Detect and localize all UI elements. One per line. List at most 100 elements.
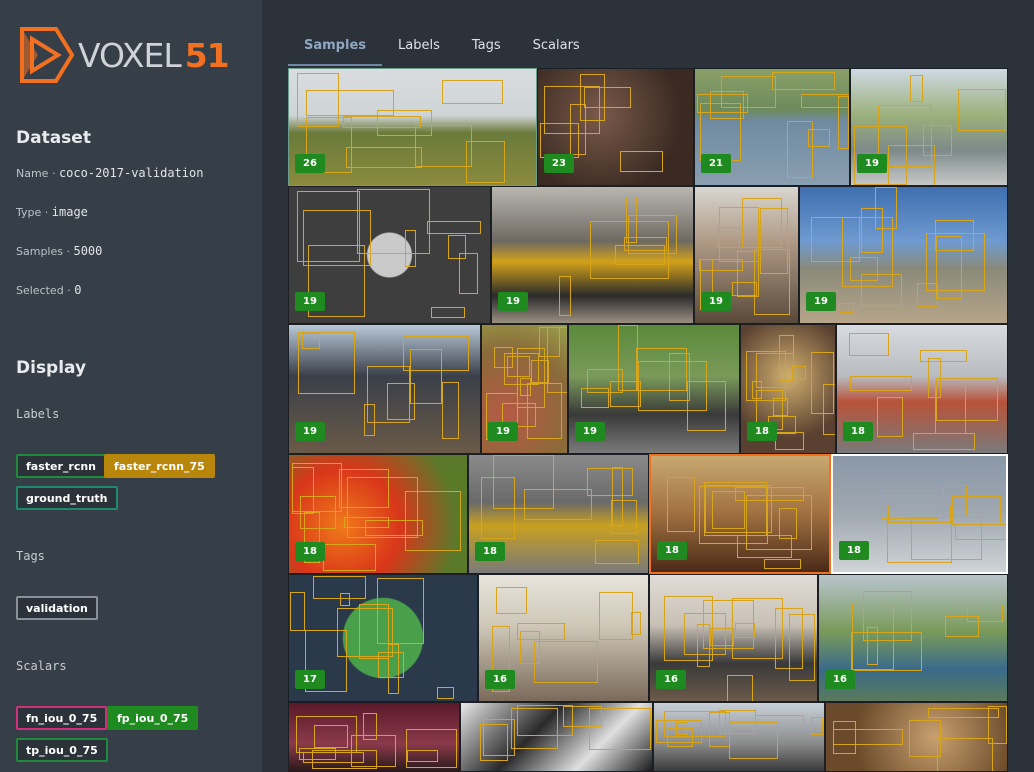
detection-box — [850, 257, 878, 281]
detection-box — [772, 72, 835, 90]
detection-box — [414, 125, 472, 167]
label-count-badge: 19 — [295, 422, 325, 441]
sample-tile-river-boats[interactable]: 21 — [694, 68, 850, 186]
voxel51-logo-icon — [20, 27, 74, 83]
detection-box — [910, 75, 924, 102]
detection-box — [967, 605, 1003, 622]
label-count-badge: 19 — [857, 154, 887, 173]
scalar-chip-tp-iou[interactable]: tp_iou_0_75 — [16, 738, 108, 762]
detection-box — [481, 476, 516, 539]
detection-box — [735, 623, 755, 638]
dataset-selected-row: Selected · 0 — [16, 283, 82, 297]
sample-tile-crosswalk[interactable] — [653, 702, 825, 772]
detection-box — [519, 631, 541, 665]
sample-tile-skateboard-collage[interactable]: 18 — [831, 454, 1008, 574]
sample-tile-sheep-field[interactable]: 26 — [288, 68, 537, 186]
detection-box — [442, 382, 460, 439]
detection-box — [364, 404, 375, 436]
tab-labels[interactable]: Labels — [382, 28, 456, 66]
detection-box — [753, 248, 791, 316]
sample-tile-skateboard-street[interactable]: 18 — [468, 454, 649, 574]
voxel51-logo[interactable]: VOXEL 51 — [16, 24, 230, 86]
detection-box — [441, 80, 503, 104]
sample-tile-city-street-cars[interactable]: 19 — [850, 68, 1008, 186]
detection-box — [876, 396, 904, 437]
detection-box — [479, 724, 508, 762]
field-value: coco-2017-validation — [58, 166, 204, 180]
label-chip-faster-rcnn-75[interactable]: faster_rcnn_75 — [104, 454, 215, 478]
label-count-badge: 23 — [544, 154, 574, 173]
tab-samples[interactable]: Samples — [288, 28, 382, 66]
detection-box — [387, 383, 415, 420]
label-chip-faster-rcnn[interactable]: faster_rcnn — [16, 454, 107, 478]
samples-grid: 26 23 21 19 19 19 19 19 19 19 19 18 18 18 18 18 18 17 16 16… — [288, 68, 1008, 772]
label-count-badge: 21 — [701, 154, 731, 173]
sample-tile-oranges-market[interactable]: 18 — [288, 454, 468, 574]
detection-box — [756, 352, 795, 389]
dataset-samples-row: Samples · 5000 — [16, 244, 103, 258]
scalar-chip-fp-iou[interactable]: fp_iou_0_75 — [107, 706, 199, 730]
tag-chip-validation[interactable]: validation — [16, 596, 98, 620]
detection-box — [323, 543, 376, 572]
detection-box — [339, 468, 389, 508]
sample-tile-kitchen-cook[interactable]: 18 — [740, 324, 836, 454]
detection-box — [377, 651, 404, 679]
sample-tile-hotel-lobby[interactable] — [288, 702, 460, 772]
detection-box — [563, 705, 603, 727]
detection-box — [788, 613, 815, 681]
detection-box — [587, 467, 634, 496]
sample-tile-park-picnic[interactable]: 19 — [568, 324, 740, 454]
scalars-heading: Scalars — [16, 659, 67, 673]
sample-tile-potatoes[interactable]: 19 — [481, 324, 568, 454]
detection-box — [345, 147, 422, 168]
dataset-name-row: Name · coco-2017-validation — [16, 166, 204, 180]
sample-tile-living-room[interactable]: 18 — [649, 454, 831, 574]
label-chip-ground-truth[interactable]: ground_truth — [16, 486, 118, 510]
detection-box — [301, 332, 321, 349]
detection-box — [811, 717, 823, 736]
detection-box — [875, 187, 898, 229]
sample-tile-office-desk[interactable]: 19 — [288, 324, 481, 454]
detection-box — [520, 377, 532, 397]
sample-tile-teddy-bears[interactable] — [825, 702, 1008, 772]
detection-box — [365, 520, 424, 536]
sample-tile-broccoli-plate[interactable]: 17 — [288, 574, 478, 702]
sample-tile-man-pointing[interactable]: 18 — [836, 324, 1008, 454]
detection-box — [675, 722, 689, 735]
detection-box — [810, 216, 860, 262]
label-count-badge: 19 — [295, 292, 325, 311]
detection-box — [402, 336, 469, 372]
detection-box — [510, 708, 558, 749]
detection-box — [888, 145, 935, 185]
detection-box — [580, 388, 610, 408]
tags-heading: Tags — [16, 549, 45, 563]
label-count-badge: 19 — [701, 292, 731, 311]
detection-box — [404, 229, 416, 267]
sample-tile-tennis-court[interactable]: 16 — [818, 574, 1008, 702]
detection-box — [919, 349, 968, 362]
label-count-badge: 18 — [843, 422, 873, 441]
detection-box — [296, 191, 360, 262]
scalar-chip-fn-iou[interactable]: fn_iou_0_75 — [16, 706, 108, 730]
sample-tile-kitchen-people[interactable]: 16 — [478, 574, 649, 702]
detection-box — [700, 102, 741, 161]
detection-box — [808, 129, 831, 148]
detection-box — [430, 306, 466, 319]
detection-box — [935, 235, 962, 300]
field-key: Type — [16, 206, 42, 219]
tab-tags[interactable]: Tags — [456, 28, 517, 66]
sample-tile-dining-group[interactable]: 23 — [537, 68, 694, 186]
detection-box — [494, 346, 513, 369]
detection-box — [838, 303, 855, 314]
sample-tile-restaurant-table[interactable]: 19 — [694, 186, 799, 324]
sample-tile-train-platform[interactable]: 19 — [491, 186, 694, 324]
sample-tile-umbrella-bw[interactable] — [460, 702, 653, 772]
detection-box — [598, 592, 633, 641]
detection-box — [637, 360, 708, 412]
logo-number: 51 — [184, 35, 230, 75]
sample-tile-beach-kites[interactable]: 19 — [799, 186, 1008, 324]
sample-tile-couch-room[interactable]: 16 — [649, 574, 818, 702]
field-key: Samples — [16, 245, 63, 258]
tab-scalars[interactable]: Scalars — [517, 28, 596, 66]
sample-tile-donuts-tray[interactable]: 19 — [288, 186, 491, 324]
